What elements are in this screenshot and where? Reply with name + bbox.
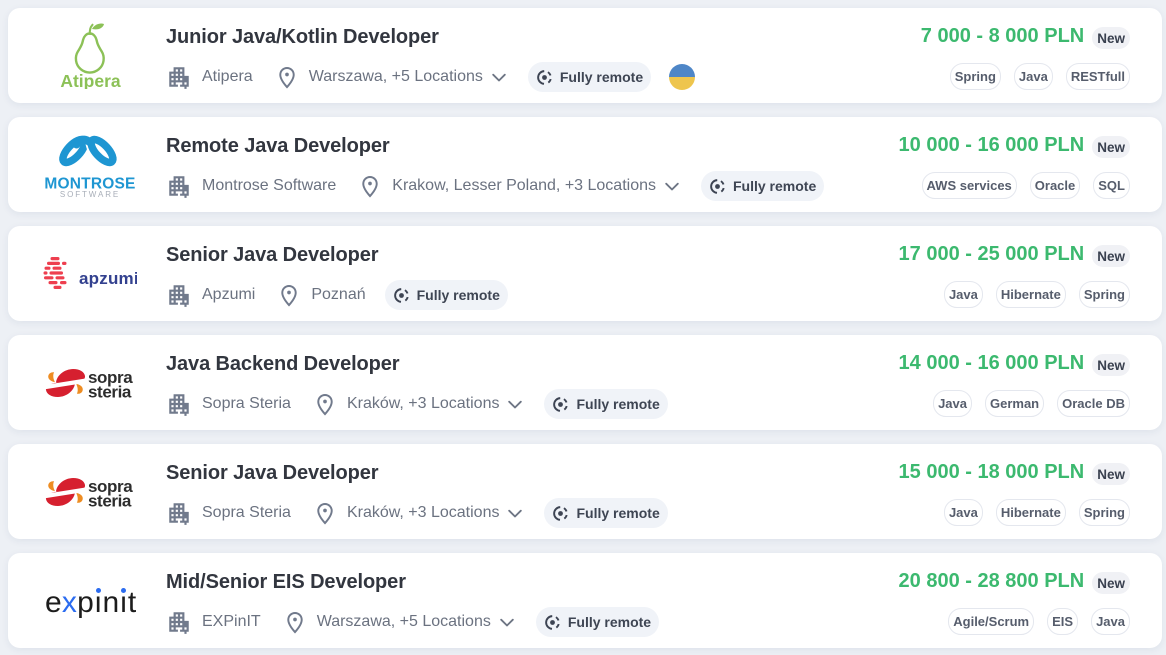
svg-text:steria: steria — [88, 382, 132, 399]
svg-text:SOFTWARE: SOFTWARE — [59, 190, 119, 197]
svg-text:steria: steria — [88, 491, 132, 508]
svg-text:apzumi: apzumi — [79, 269, 137, 288]
svg-text:Atipera: Atipera — [60, 71, 121, 89]
